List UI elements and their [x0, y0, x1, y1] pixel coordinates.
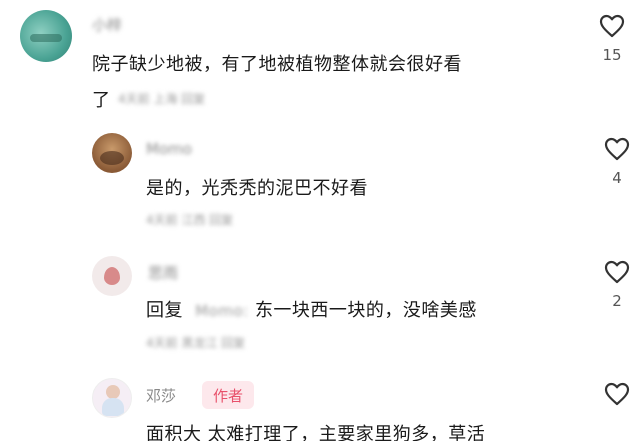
avatar[interactable]: [92, 378, 132, 418]
avatar[interactable]: [92, 133, 132, 173]
reply-prefix: 回复: [146, 300, 183, 321]
heart-outline-icon: [604, 382, 630, 406]
like-count: 2: [612, 292, 622, 310]
author-badge: 作者: [202, 381, 254, 409]
like-count: 15: [602, 46, 622, 64]
comment-meta[interactable]: 4天前 江西 回复: [146, 211, 233, 228]
comment-meta[interactable]: 4天前 黑龙江 回复: [146, 334, 245, 351]
like-button[interactable]: 4: [597, 137, 637, 187]
reply-target-user[interactable]: Momo:: [195, 302, 248, 320]
username[interactable]: 思雨: [148, 262, 178, 283]
comment-text-continued: 了: [92, 90, 111, 111]
comment-text: 是的，光秃秃的泥巴不好看: [146, 178, 368, 199]
avatar[interactable]: [92, 256, 132, 296]
comment-text: 回复 Momo: 东一块西一块的，没啥美感: [146, 296, 477, 322]
like-button[interactable]: [597, 382, 637, 406]
heart-outline-icon: [604, 260, 630, 284]
reply-text: 东一块西一块的，没啥美感: [254, 300, 477, 321]
like-button[interactable]: 15: [592, 14, 632, 64]
heart-outline-icon: [599, 14, 625, 38]
username[interactable]: Momo: [146, 140, 192, 158]
like-count: 4: [612, 169, 622, 187]
avatar[interactable]: [20, 10, 72, 62]
comment-text: 院子缺少地被，有了地被植物整体就会很好看: [92, 54, 462, 75]
heart-outline-icon: [604, 137, 630, 161]
comment-meta[interactable]: 4天前 上海 回复: [118, 90, 205, 107]
username[interactable]: 邓莎: [146, 385, 176, 406]
comment-text: 面积大 太难打理了，主要家里狗多，草活: [146, 424, 486, 441]
like-button[interactable]: 2: [597, 260, 637, 310]
username[interactable]: 小梓: [92, 14, 122, 35]
